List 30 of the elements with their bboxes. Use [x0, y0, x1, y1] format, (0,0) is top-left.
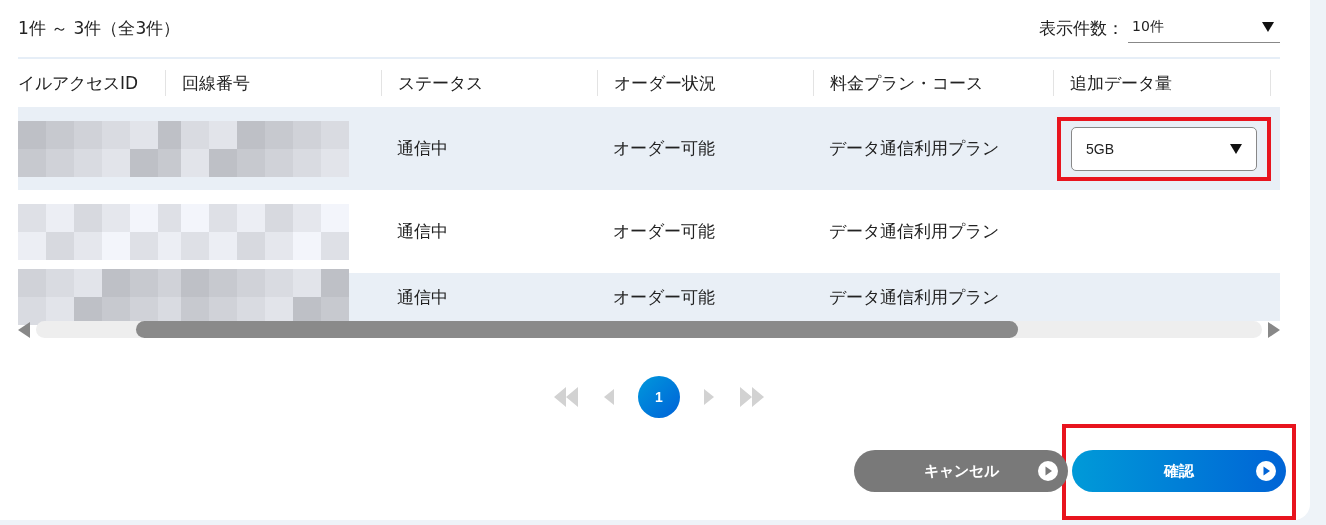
cancel-button[interactable]: キャンセル	[854, 450, 1068, 492]
table-row[interactable]: 通信中 オーダー可能 データ通信利用プラン 5GB	[18, 107, 1280, 190]
data-amount-select[interactable]: 5GB	[1071, 126, 1257, 171]
scrollbar-thumb[interactable]	[136, 321, 1018, 338]
table-cell: データ通信利用プラン	[829, 137, 999, 160]
column-header: 料金プラン・コース	[830, 71, 983, 95]
table-cell: オーダー可能	[613, 220, 715, 243]
confirm-button[interactable]: 確認	[1072, 450, 1286, 492]
page-size-label: 表示件数：	[1039, 17, 1124, 40]
column-header: イルアクセスID	[18, 71, 139, 95]
play-circle-icon	[1256, 461, 1276, 481]
table-cell: 通信中	[397, 285, 448, 309]
table-cell: オーダー可能	[613, 137, 715, 160]
table-cell: 通信中	[397, 137, 448, 160]
scroll-left-icon[interactable]	[18, 321, 30, 338]
column-header: 追加データ量	[1070, 71, 1172, 95]
page-number[interactable]: 1	[638, 376, 680, 418]
dropdown-caret-icon	[1262, 22, 1274, 32]
scroll-right-icon[interactable]	[1268, 321, 1280, 338]
dropdown-caret-icon	[1230, 143, 1242, 154]
table-cell: オーダー可能	[613, 285, 715, 309]
table-cell: データ通信利用プラン	[829, 285, 999, 309]
column-header: ステータス	[398, 71, 483, 95]
table-cell: 通信中	[397, 220, 448, 243]
page-size-select[interactable]: 10件	[1128, 14, 1280, 43]
column-header: オーダー状況	[614, 71, 716, 95]
play-circle-icon	[1038, 461, 1058, 481]
column-header: 回線番号	[182, 71, 250, 95]
table-cell: データ通信利用プラン	[829, 220, 999, 243]
result-count: 1件 ～ 3件（全3件）	[18, 17, 181, 40]
